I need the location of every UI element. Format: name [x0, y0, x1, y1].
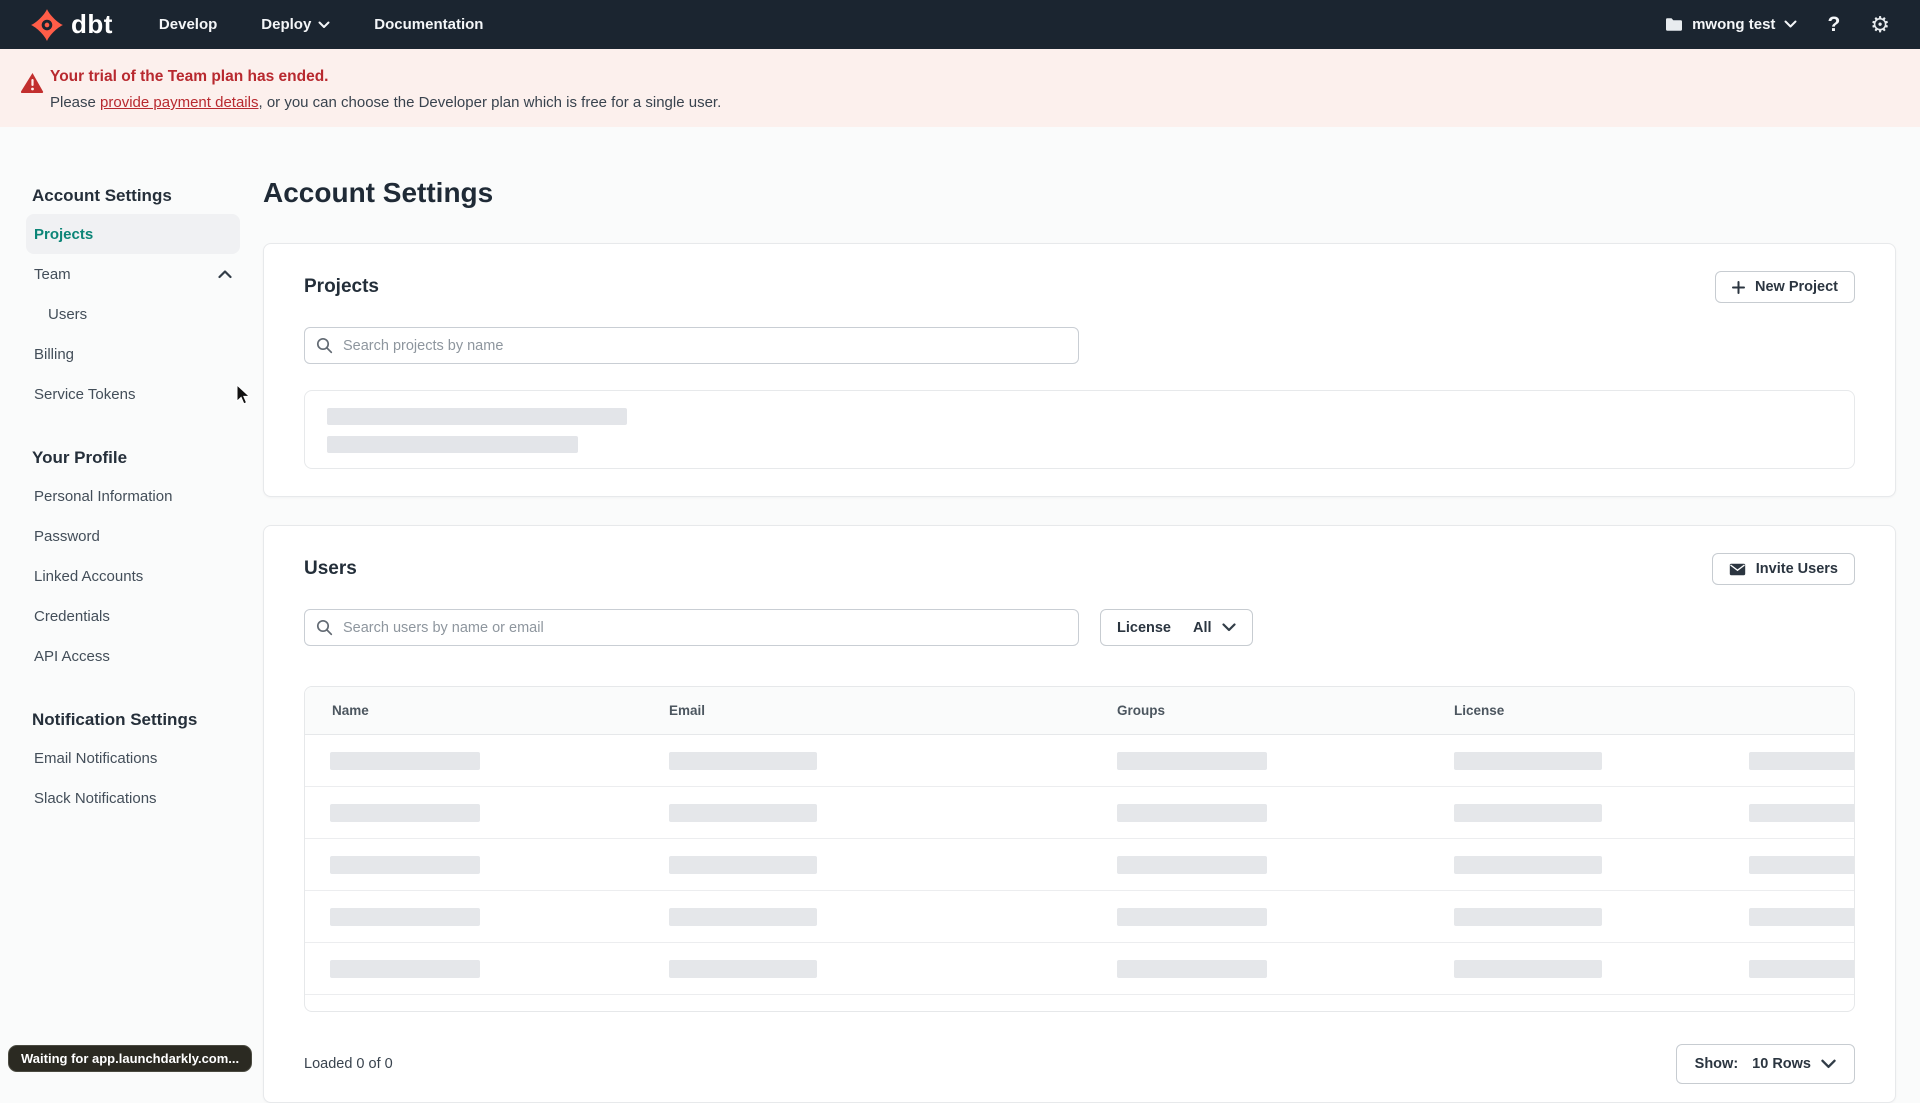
skeleton-bar: [1454, 856, 1602, 874]
loaded-count-text: Loaded 0 of 0: [304, 1056, 393, 1072]
table-row-skeleton: [305, 839, 1854, 891]
skeleton-bar: [669, 960, 817, 978]
sidebar-heading-your-profile: Your Profile: [32, 448, 128, 467]
column-header-email: Email: [669, 703, 706, 718]
sidebar-item-email-notifications[interactable]: Email Notifications: [26, 738, 240, 778]
skeleton-bar: [330, 856, 480, 874]
skeleton-bar: [1117, 856, 1267, 874]
sidebar-item-personal-information[interactable]: Personal Information: [26, 476, 240, 516]
skeleton-bar: [669, 804, 817, 822]
column-header-groups: Groups: [1117, 703, 1166, 718]
plus-icon: [1732, 280, 1745, 294]
skeleton-bar: [669, 908, 817, 926]
chevron-down-icon: [1221, 623, 1236, 632]
sidebar-item-linked-accounts[interactable]: Linked Accounts: [26, 556, 240, 596]
license-filter-dropdown[interactable]: License All: [1100, 609, 1253, 646]
skeleton-bar: [330, 804, 480, 822]
table-row-skeleton: [305, 943, 1854, 995]
table-row-skeleton: [305, 787, 1854, 839]
skeleton-bar: [1749, 752, 1854, 770]
skeleton-bar: [669, 752, 817, 770]
skeleton-bar: [1454, 752, 1602, 770]
chevron-down-icon: [1784, 20, 1797, 29]
skeleton-bar: [1454, 908, 1602, 926]
account-name: mwong test: [1692, 16, 1776, 33]
column-header-name: Name: [332, 703, 369, 718]
table-row-skeleton: [305, 891, 1854, 943]
envelope-icon: [1729, 563, 1746, 576]
primary-nav: Develop Deploy Documentation: [159, 16, 484, 33]
users-table-header: Name Email Groups License: [305, 687, 1854, 735]
table-row-skeleton: [305, 735, 1854, 787]
sidebar-item-credentials[interactable]: Credentials: [26, 596, 240, 636]
nav-develop[interactable]: Develop: [159, 16, 217, 33]
users-table: Name Email Groups License: [304, 686, 1855, 1012]
skeleton-bar: [1117, 804, 1267, 822]
users-card: Users Invite Users License All: [263, 525, 1896, 1103]
sidebar-item-team[interactable]: Team: [26, 254, 240, 294]
search-icon: [316, 619, 333, 636]
skeleton-bar: [669, 856, 817, 874]
browser-status-bubble: Waiting for app.launchdarkly.com...: [8, 1045, 253, 1072]
main-content: Account Settings Projects New Project Se…: [263, 177, 1896, 1103]
skeleton-bar: [330, 752, 480, 770]
skeleton-bar: [1749, 960, 1854, 978]
help-button[interactable]: ?: [1827, 13, 1840, 37]
warning-triangle-icon: [21, 72, 44, 93]
banner-title: Your trial of the Team plan has ended.: [50, 68, 329, 85]
projects-card: Projects New Project: [263, 243, 1896, 497]
skeleton-bar: [1117, 752, 1267, 770]
page-title: Account Settings: [263, 177, 494, 208]
column-header-license: License: [1454, 703, 1505, 718]
banner-message: Please provide payment details, or you c…: [50, 94, 722, 111]
payment-details-link[interactable]: provide payment details: [100, 94, 258, 111]
skeleton-bar: [327, 436, 578, 453]
sidebar-item-api-access[interactable]: API Access: [26, 636, 240, 676]
show-rows-dropdown[interactable]: Show: 10 Rows: [1675, 1044, 1855, 1084]
chevron-down-icon: [318, 21, 330, 29]
folder-icon: [1665, 17, 1683, 32]
sidebar-heading-account-settings: Account Settings: [32, 186, 172, 205]
sidebar-item-slack-notifications[interactable]: Slack Notifications: [26, 778, 240, 818]
sidebar-item-projects[interactable]: Projects: [26, 214, 240, 254]
skeleton-bar: [1749, 804, 1854, 822]
chevron-up-icon: [218, 269, 232, 279]
skeleton-bar: [1454, 804, 1602, 822]
skeleton-bar: [1454, 960, 1602, 978]
top-navbar: dbt Develop Deploy Documentation mwong t…: [0, 0, 1920, 49]
gear-icon[interactable]: ⚙: [1870, 13, 1890, 36]
invite-users-button[interactable]: Invite Users: [1711, 553, 1855, 585]
new-project-button[interactable]: New Project: [1715, 271, 1855, 303]
users-heading: Users: [304, 558, 357, 579]
nav-deploy[interactable]: Deploy: [261, 16, 330, 33]
skeleton-bar: [330, 960, 480, 978]
skeleton-bar: [330, 908, 480, 926]
skeleton-bar: [1749, 856, 1854, 874]
projects-loading-skeleton: [304, 390, 1855, 469]
dbt-logo-icon: [30, 8, 64, 42]
projects-search-input[interactable]: [304, 327, 1079, 364]
sidebar-heading-notification-settings: Notification Settings: [32, 710, 198, 729]
trial-expired-banner: Your trial of the Team plan has ended. P…: [0, 49, 1920, 127]
skeleton-bar: [1749, 908, 1854, 926]
settings-sidebar: Account Settings Projects Team Users Bil…: [26, 186, 240, 818]
dbt-logo[interactable]: dbt: [30, 8, 113, 42]
sidebar-item-password[interactable]: Password: [26, 516, 240, 556]
search-icon: [316, 337, 333, 354]
skeleton-bar: [1117, 960, 1267, 978]
account-switcher[interactable]: mwong test: [1665, 16, 1797, 33]
skeleton-bar: [327, 408, 627, 425]
sidebar-item-service-tokens[interactable]: Service Tokens: [26, 374, 240, 414]
users-search-input[interactable]: [304, 609, 1079, 646]
chevron-down-icon: [1821, 1059, 1836, 1069]
sidebar-item-billing[interactable]: Billing: [26, 334, 240, 374]
projects-heading: Projects: [304, 276, 379, 297]
skeleton-bar: [1117, 908, 1267, 926]
sidebar-item-users[interactable]: Users: [26, 294, 240, 334]
nav-documentation[interactable]: Documentation: [374, 16, 483, 33]
dbt-logo-text: dbt: [71, 9, 113, 39]
